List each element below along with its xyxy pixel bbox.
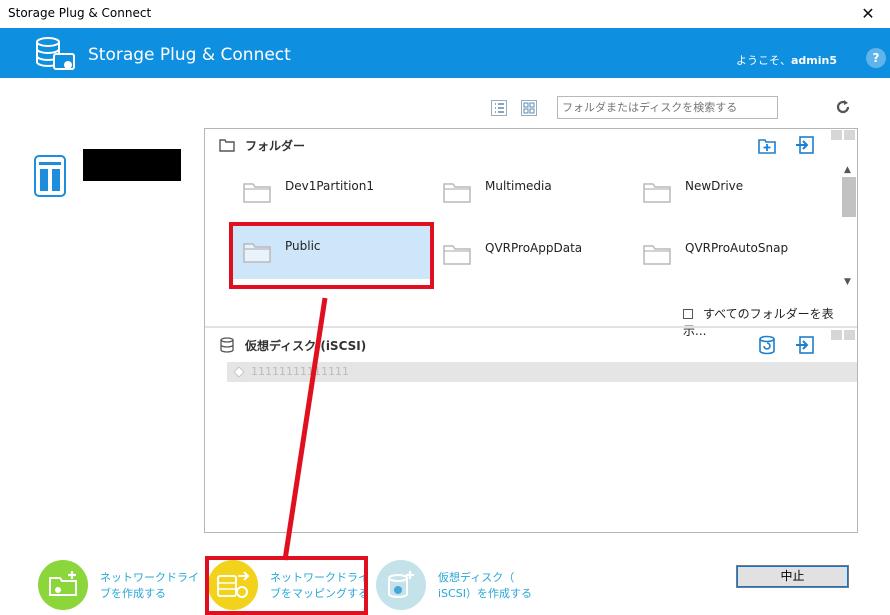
disk-status-icon xyxy=(233,366,245,378)
collapse-up-icon[interactable] xyxy=(844,130,855,140)
folder-item[interactable]: NewDrive xyxy=(605,163,803,219)
cancel-button[interactable]: 中止 xyxy=(736,565,849,588)
section-divider xyxy=(205,326,857,328)
welcome-prefix: ようこそ、 xyxy=(736,54,791,67)
create-network-drive-icon xyxy=(38,560,88,610)
create-virtual-disk-icon xyxy=(376,560,426,610)
folder-scrollbar[interactable]: ▲ ▼ xyxy=(841,163,857,293)
scroll-up-icon[interactable]: ▲ xyxy=(844,165,851,175)
vdisk-item[interactable]: 11111111111111 xyxy=(227,362,857,382)
action-label-line: 仮想ディスク（ xyxy=(438,571,515,584)
folder-name: NewDrive xyxy=(685,179,744,193)
action-label: ネットワークドライ ブを作成する xyxy=(100,570,199,602)
search-input[interactable] xyxy=(557,96,778,119)
username: admin5 xyxy=(791,54,838,67)
app-header: Storage Plug & Connect ようこそ、admin5 ? xyxy=(0,28,890,78)
scroll-thumb[interactable] xyxy=(842,177,856,217)
action-label: 仮想ディスク（ iSCSI）を作成する xyxy=(438,570,532,602)
vdisk-title: 仮想ディスク (iSCSI) xyxy=(245,339,367,353)
highlight-box-public-folder xyxy=(229,222,434,289)
folder-icon xyxy=(243,183,271,203)
folder-item[interactable]: QVRProAutoSnap xyxy=(605,225,803,281)
folder-name: QVRProAppData xyxy=(485,241,583,255)
action-label-line: iSCSI）を作成する xyxy=(438,587,532,600)
app-window: Storage Plug & Connect ✕ Storage Plug & … xyxy=(0,0,890,615)
list-view-icon[interactable] xyxy=(491,100,507,116)
database-icon xyxy=(220,337,234,353)
folder-name: QVRProAutoSnap xyxy=(685,241,789,255)
title-bar: Storage Plug & Connect ✕ xyxy=(0,0,890,28)
collapse-down-icon[interactable] xyxy=(831,130,842,140)
connect-folder-icon[interactable] xyxy=(795,135,815,155)
scroll-down-icon[interactable]: ▼ xyxy=(844,277,851,287)
window-title: Storage Plug & Connect xyxy=(8,6,152,20)
refresh-icon[interactable] xyxy=(834,98,852,116)
folder-name: Dev1Partition1 xyxy=(285,179,375,193)
folders-title: フォルダー xyxy=(245,139,306,153)
app-title: Storage Plug & Connect xyxy=(88,45,291,65)
action-label-line: ブを作成する xyxy=(100,587,166,600)
folder-icon xyxy=(443,183,471,203)
vdisk-name: 11111111111111 xyxy=(251,365,349,378)
grid-view-icon[interactable] xyxy=(521,100,537,116)
folder-item[interactable]: Multimedia xyxy=(405,163,603,219)
collapse-down-icon[interactable] xyxy=(831,330,842,340)
help-icon[interactable]: ? xyxy=(866,48,886,68)
checkbox-box[interactable] xyxy=(683,308,693,319)
new-folder-icon[interactable] xyxy=(757,135,777,155)
create-network-drive-button[interactable]: ネットワークドライ ブを作成する xyxy=(38,560,199,610)
storage-logo-icon xyxy=(36,37,75,70)
connect-vdisk-icon[interactable] xyxy=(795,335,815,355)
folders-header: フォルダー xyxy=(205,129,857,161)
close-icon[interactable]: ✕ xyxy=(846,0,890,28)
folder-name: Multimedia xyxy=(485,179,552,193)
folder-icon xyxy=(643,245,671,265)
nas-device-icon[interactable] xyxy=(34,155,66,197)
folder-icon xyxy=(643,183,671,203)
add-vdisk-icon[interactable] xyxy=(757,335,777,355)
device-name-redacted xyxy=(83,149,181,181)
folder-item[interactable]: QVRProAppData xyxy=(405,225,603,281)
action-label-line: ネットワークドライ xyxy=(100,571,199,584)
welcome-text: ようこそ、admin5 xyxy=(736,52,837,68)
create-virtual-disk-button[interactable]: 仮想ディスク（ iSCSI）を作成する xyxy=(376,560,546,610)
vdisk-header: 仮想ディスク (iSCSI) xyxy=(205,329,857,361)
storage-panel: フォルダー Dev1Partition1 Multimedia NewDrive… xyxy=(204,128,858,533)
folder-item[interactable]: Dev1Partition1 xyxy=(205,163,403,219)
folder-icon xyxy=(219,139,235,152)
folder-icon xyxy=(443,245,471,265)
highlight-box-map-drive xyxy=(205,556,368,615)
collapse-up-icon[interactable] xyxy=(844,330,855,340)
